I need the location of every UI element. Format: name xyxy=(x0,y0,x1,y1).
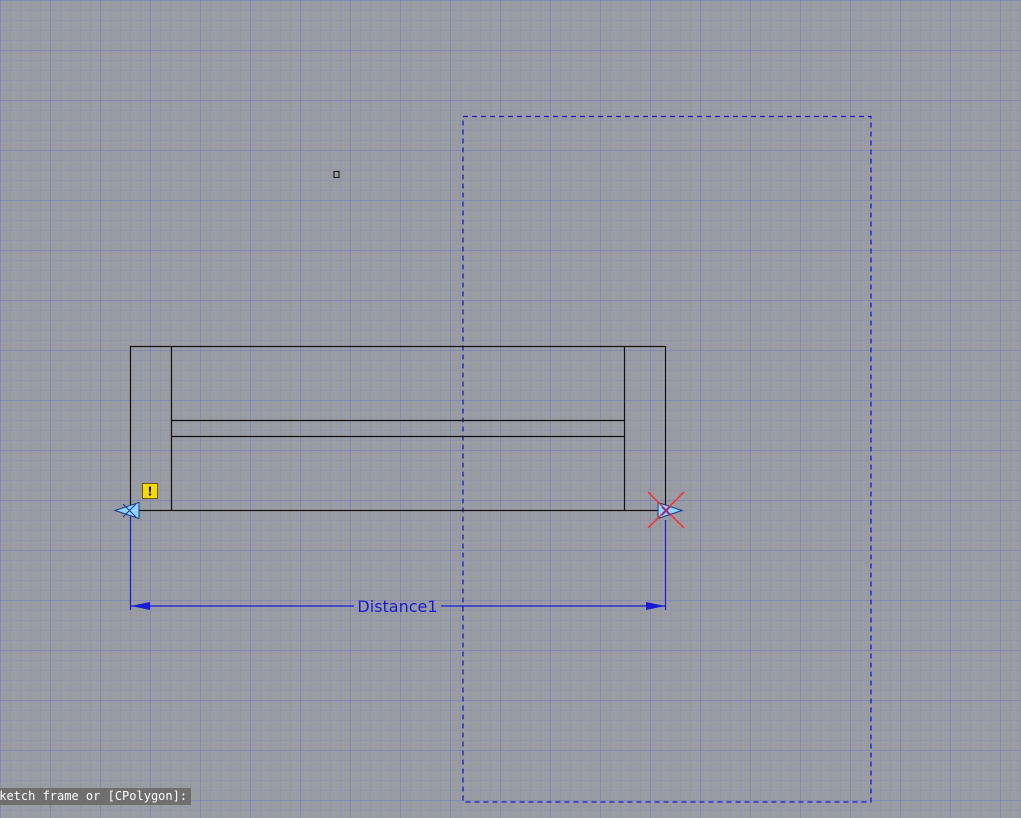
dimension-arrow-left-icon xyxy=(131,602,150,610)
dimension-label[interactable]: Distance1 xyxy=(357,597,437,616)
dimension-arrow-right-icon xyxy=(646,602,665,610)
left-arrow-handle-icon[interactable] xyxy=(113,501,140,520)
cursor-pickbox-icon xyxy=(333,171,340,178)
drawing-svg[interactable]: Distance1 ! xyxy=(0,0,1021,818)
command-prompt-text: Sketch frame or [CPolygon]: xyxy=(0,789,188,803)
warning-glyph: ! xyxy=(147,485,152,499)
selection-window xyxy=(462,115,872,803)
outer-frame[interactable] xyxy=(129,345,667,512)
sketch-geometry[interactable] xyxy=(129,345,667,512)
drawing-canvas[interactable]: Distance1 ! xyxy=(0,0,1021,818)
command-line-prompt[interactable]: Sketch frame or [CPolygon]: xyxy=(0,788,192,805)
dimension-distance1[interactable] xyxy=(129,515,667,610)
warning-icon[interactable]: ! xyxy=(142,483,158,499)
